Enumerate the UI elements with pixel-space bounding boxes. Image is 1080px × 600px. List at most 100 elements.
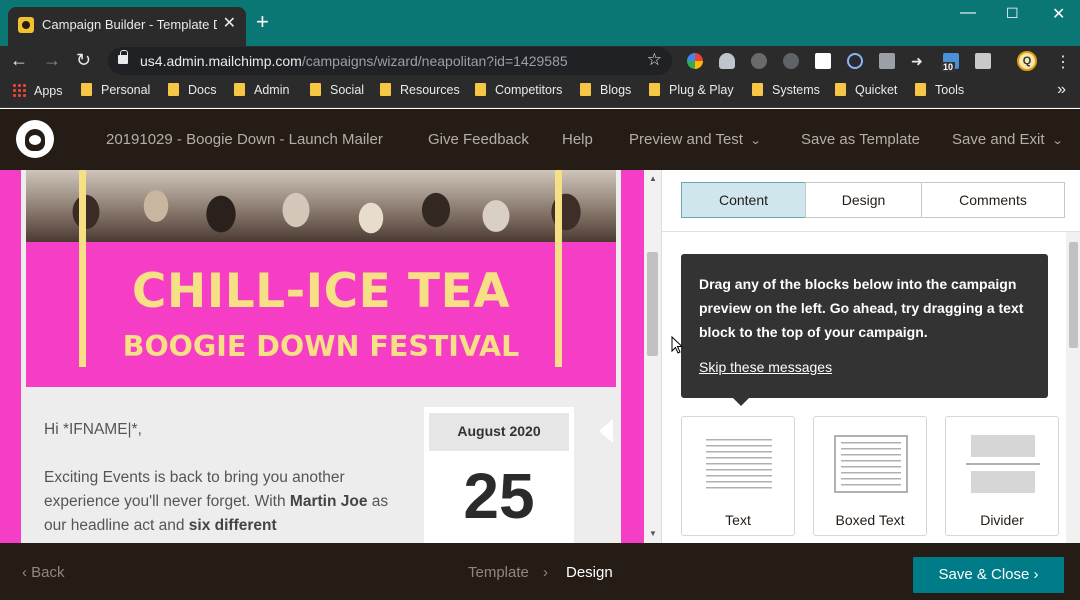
extension-gray-icon[interactable] <box>751 53 767 69</box>
divider-block-icon <box>971 435 1035 457</box>
extension-arrow-icon[interactable]: ➜ <box>911 53 927 69</box>
wizard-footer: ‹ Back Template › Design Save & Close › <box>0 543 1080 600</box>
block-label: Boxed Text <box>835 512 905 528</box>
skip-messages-link[interactable]: Skip these messages <box>699 359 832 375</box>
folder-icon <box>81 83 92 96</box>
profile-avatar[interactable]: Q <box>1017 51 1037 71</box>
text-block[interactable]: Text <box>681 416 795 536</box>
extension-drive-icon[interactable] <box>879 53 895 69</box>
browser-tab[interactable]: Campaign Builder - Template Designer ✕ <box>8 7 246 46</box>
folder-icon <box>234 83 245 96</box>
mailchimp-logo-icon[interactable] <box>16 120 54 158</box>
help-link[interactable]: Help <box>562 131 593 148</box>
extension-atom-icon[interactable] <box>847 53 863 69</box>
back-arrow-icon[interactable]: ← <box>10 50 28 70</box>
folder-icon <box>475 83 486 96</box>
folder-icon <box>310 83 321 96</box>
reload-icon[interactable]: ↻ <box>76 50 91 70</box>
date-day: 25 <box>463 460 535 532</box>
hero-banner[interactable]: CHILL-ICE TEA BOOGIE DOWN FESTIVAL <box>26 170 616 387</box>
bookmark-admin[interactable]: Admin <box>234 83 289 97</box>
folder-icon <box>580 83 591 96</box>
tab-content[interactable]: Content <box>681 182 806 218</box>
extension-badge: 10 <box>941 62 956 72</box>
folder-icon <box>752 83 763 96</box>
minimize-icon[interactable]: — <box>960 4 976 22</box>
extension-window-icon[interactable] <box>975 53 991 69</box>
boxed-text-block-icon <box>834 435 908 493</box>
hero-title: CHILL-ICE TEA <box>131 264 511 319</box>
panel-divider <box>662 231 1080 232</box>
extension-plus-icon[interactable] <box>815 53 831 69</box>
new-tab-icon[interactable]: + <box>256 10 269 34</box>
app-header: 20191029 - Boogie Down - Launch Mailer G… <box>0 109 1080 170</box>
divider-block[interactable]: Divider <box>945 416 1059 536</box>
step-template[interactable]: Template <box>468 564 529 581</box>
email-greeting: Hi *IFNAME|*, <box>44 421 142 438</box>
extension-yab-icon[interactable] <box>783 53 799 69</box>
give-feedback-link[interactable]: Give Feedback <box>428 131 529 148</box>
email-body-text: Exciting Events is back to bring you ano… <box>44 469 389 534</box>
bookmark-systems[interactable]: Systems <box>752 83 820 97</box>
maximize-icon[interactable]: ☐ <box>1006 5 1019 22</box>
divider-block-icon <box>971 471 1035 493</box>
festival-crowd-image[interactable] <box>26 170 616 242</box>
back-button[interactable]: ‹ Back <box>22 564 65 581</box>
divider-line <box>966 463 1040 465</box>
bookmark-personal[interactable]: Personal <box>81 83 150 97</box>
content-panel: Content Design Comments Drag any of the … <box>661 170 1080 543</box>
tab-comments[interactable]: Comments <box>921 182 1065 218</box>
extension-cloud-icon[interactable] <box>719 53 735 69</box>
folder-icon <box>915 83 926 96</box>
browser-menu-icon[interactable]: ⋮ <box>1055 52 1071 72</box>
bookmarks-bar: Apps Personal Docs Admin Social Resource… <box>0 76 1080 108</box>
chevron-down-icon: ⌄ <box>1051 135 1064 147</box>
panel-scrollbar[interactable] <box>1066 232 1080 543</box>
address-bar[interactable]: us4.admin.mailchimp.com/campaigns/wizard… <box>108 47 672 75</box>
save-and-close-button[interactable]: Save & Close › <box>913 557 1064 593</box>
bookmark-competitors[interactable]: Competitors <box>475 83 562 97</box>
browser-toolbar: ← → ↻ us4.admin.mailchimp.com/campaigns/… <box>0 46 1080 76</box>
panel-tabs: Content Design Comments <box>681 182 1065 218</box>
boxed-text-block[interactable]: Boxed Text <box>813 416 927 536</box>
campaign-preview[interactable]: CHILL-ICE TEA BOOGIE DOWN FESTIVAL Hi *I… <box>0 170 661 543</box>
step-design[interactable]: Design <box>566 564 613 581</box>
save-and-exit-menu[interactable]: Save and Exit ⌄ <box>952 131 1064 148</box>
bookmark-plug-and-play[interactable]: Plug & Play <box>649 83 734 97</box>
browser-tab-strip: Campaign Builder - Template Designer ✕ +… <box>0 0 1080 46</box>
scrollbar-thumb[interactable] <box>647 252 658 356</box>
folder-icon <box>835 83 846 96</box>
block-label: Divider <box>980 512 1024 528</box>
block-label: Text <box>725 512 751 528</box>
scrollbar-thumb[interactable] <box>1069 242 1078 348</box>
scroll-up-icon[interactable]: ▲ <box>649 174 657 183</box>
close-tab-icon[interactable]: ✕ <box>223 13 236 33</box>
bookmark-blogs[interactable]: Blogs <box>580 83 631 97</box>
lock-icon <box>118 50 128 64</box>
preview-and-test-menu[interactable]: Preview and Test ⌄ <box>629 131 762 148</box>
chevron-right-icon: › <box>1033 566 1039 583</box>
bookmark-docs[interactable]: Docs <box>168 83 216 97</box>
bookmark-resources[interactable]: Resources <box>380 83 460 97</box>
mailchimp-favicon-icon <box>18 17 34 33</box>
save-as-template-button[interactable]: Save as Template <box>801 131 920 148</box>
bookmark-quicket[interactable]: Quicket <box>835 83 897 97</box>
close-window-icon[interactable]: ✕ <box>1052 4 1065 24</box>
apps-grid-icon <box>12 83 26 97</box>
tab-title: Campaign Builder - Template Designer <box>42 17 217 32</box>
tab-design[interactable]: Design <box>805 182 922 218</box>
text-block-icon <box>706 439 772 489</box>
bookmark-tools[interactable]: Tools <box>915 83 964 97</box>
scroll-down-icon[interactable]: ▼ <box>649 529 657 538</box>
bookmark-star-icon[interactable]: ☆ <box>647 50 662 70</box>
chevron-down-icon: ⌄ <box>749 135 762 147</box>
extension-color-icon[interactable] <box>687 53 703 69</box>
more-bookmarks-icon[interactable]: » <box>1057 81 1066 99</box>
folder-icon <box>649 83 660 96</box>
bookmark-apps[interactable]: Apps <box>12 83 63 98</box>
forward-arrow-icon[interactable]: → <box>43 50 61 70</box>
preview-scrollbar[interactable]: ▲ ▼ <box>644 170 661 543</box>
date-month: August 2020 <box>429 413 569 451</box>
chevron-left-icon: ‹ <box>22 564 27 581</box>
bookmark-social[interactable]: Social <box>310 83 364 97</box>
